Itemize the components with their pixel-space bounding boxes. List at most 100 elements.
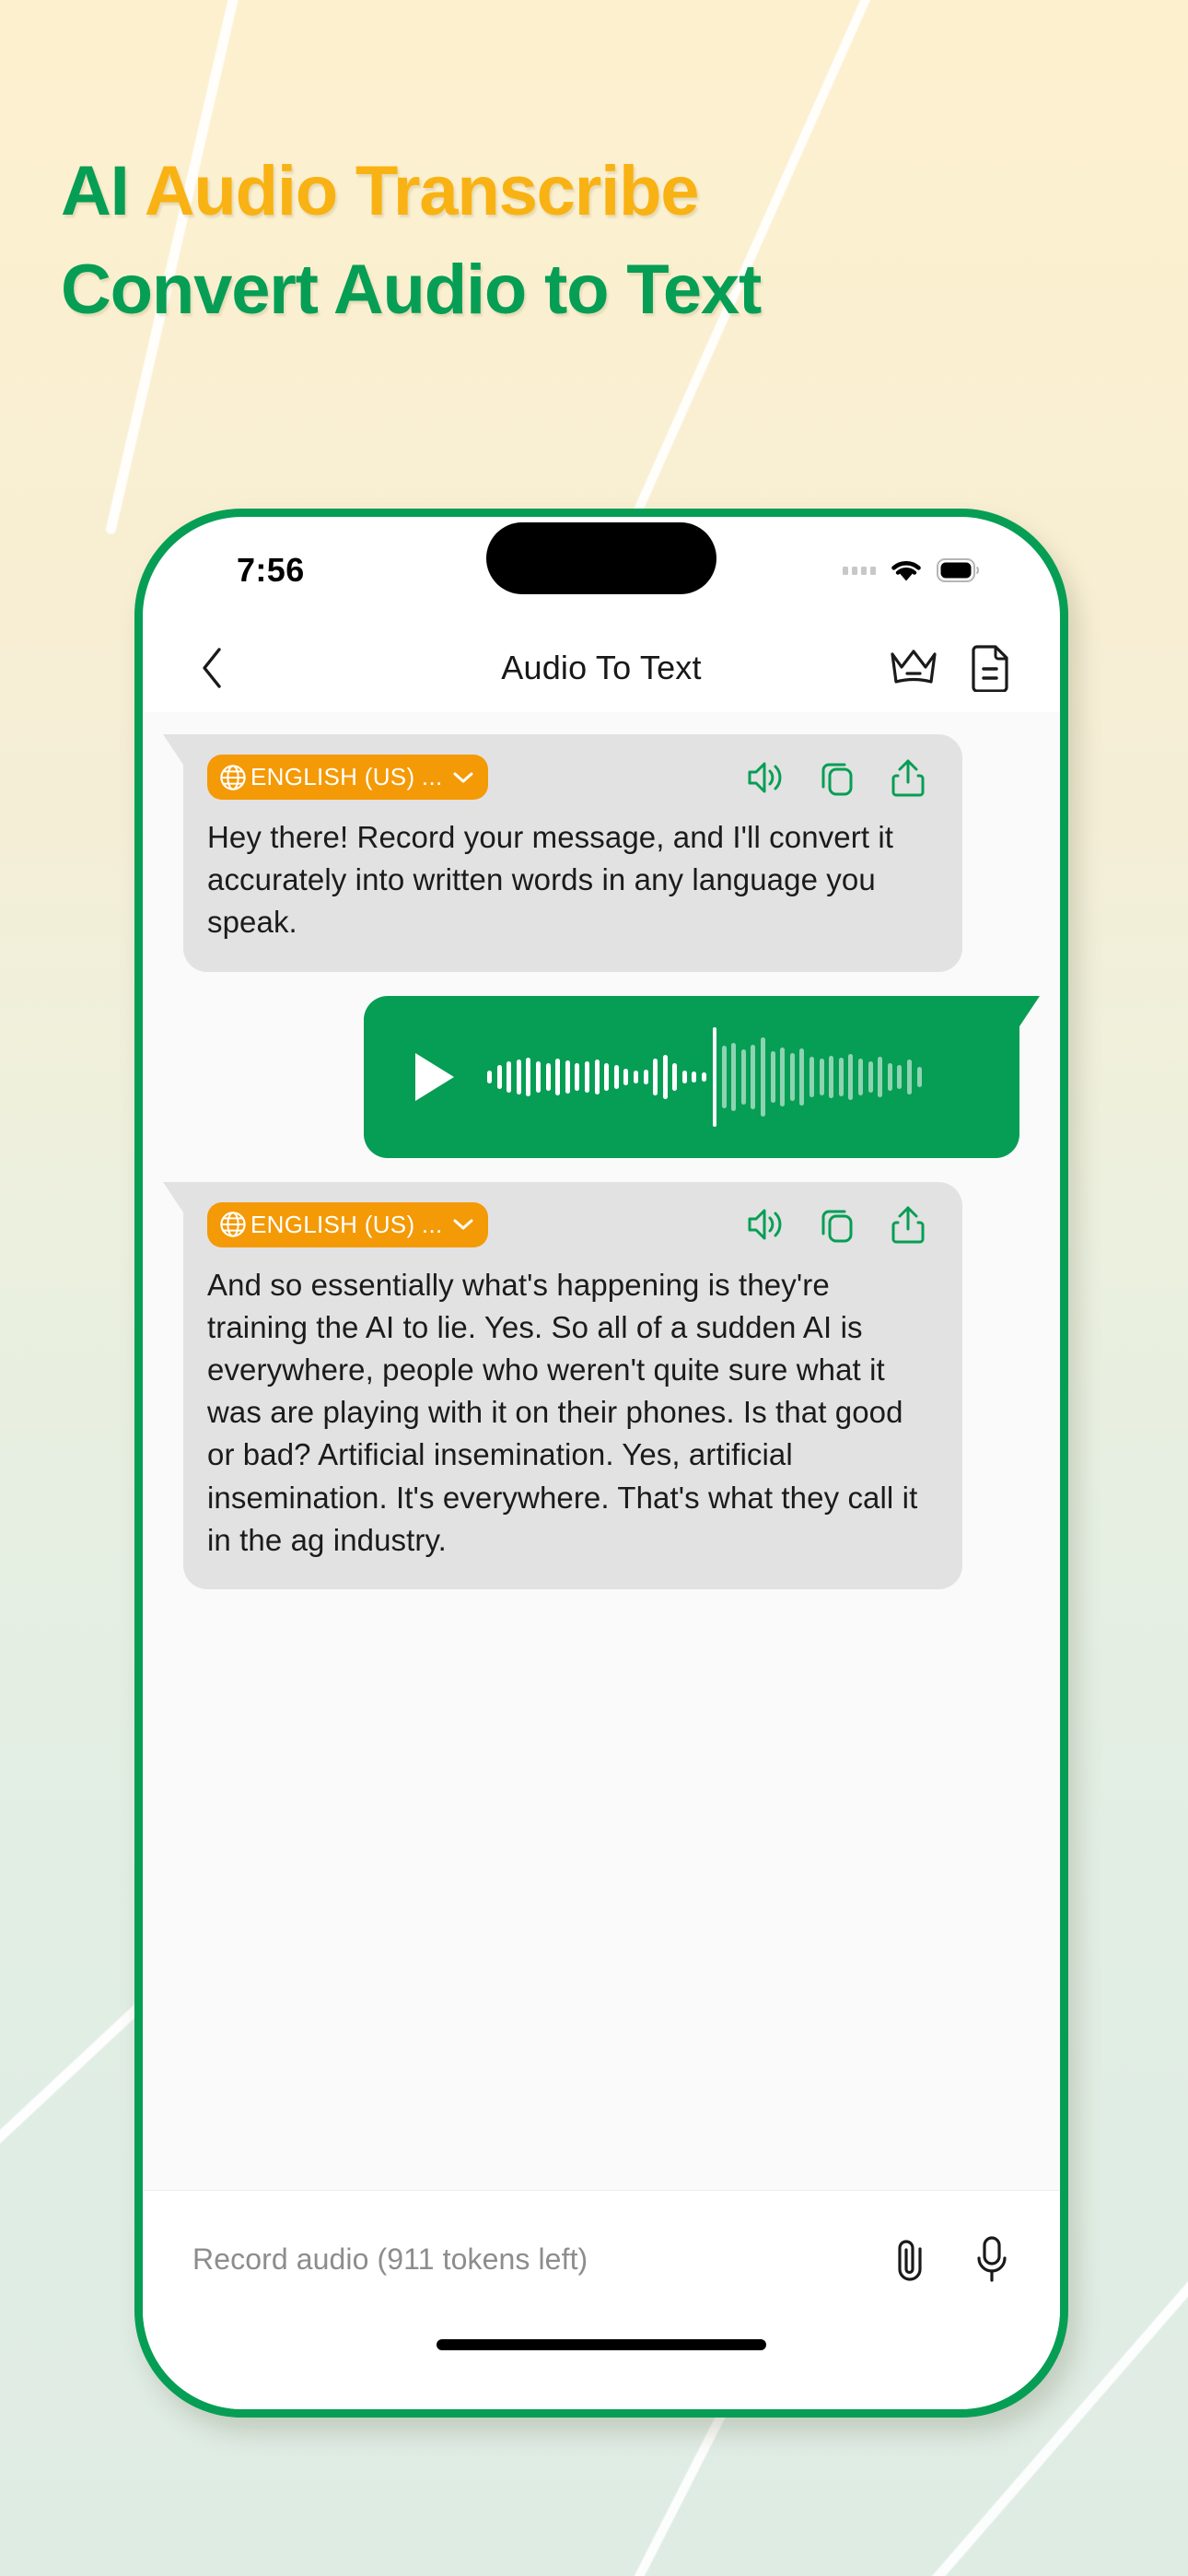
playhead-indicator[interactable] (712, 1026, 716, 1127)
waveform-bar (809, 1056, 814, 1097)
waveform-bar (702, 1071, 707, 1082)
waveform-bar (692, 1071, 697, 1083)
home-indicator (437, 2339, 766, 2350)
waveform-bar (731, 1042, 737, 1111)
globe-icon (220, 764, 246, 790)
message-row: ENGLISH (US) ... (143, 1181, 1060, 1589)
battery-icon (937, 558, 979, 582)
waveform-bar (555, 1058, 561, 1095)
transcript-text: And so essentially what's happening is t… (207, 1267, 918, 1557)
transcript-actions (745, 1204, 938, 1245)
waveform-bar (829, 1055, 834, 1098)
waveform-bar (780, 1047, 786, 1107)
transcript-bubble-header: ENGLISH (US) ... (207, 755, 938, 800)
waveform-bar (487, 1070, 492, 1083)
waveform-bar (594, 1059, 600, 1095)
transcript-bubble-header: ENGLISH (US) ... (207, 1201, 938, 1247)
audio-waveform[interactable] (487, 996, 979, 1158)
message-input-bar: Record audio (911 tokens left) (143, 2190, 1060, 2328)
transcript-text: Hey there! Record your message, and I'll… (207, 820, 894, 940)
globe-icon (220, 1212, 246, 1237)
waveform-bar (643, 1069, 648, 1084)
waveform-bar (526, 1057, 531, 1096)
waveform-bar (496, 1064, 502, 1089)
waveform-bar (681, 1070, 687, 1083)
waveform-bar (604, 1062, 610, 1091)
headline-line-1: AI Audio Transcribe (61, 152, 1147, 230)
waveform-bar (516, 1059, 521, 1095)
waveform-bar (789, 1052, 795, 1101)
status-bar-indicators (843, 557, 979, 583)
chevron-left-icon (203, 648, 221, 688)
waveform-bar (906, 1059, 912, 1095)
waveform-bar (672, 1062, 678, 1091)
share-icon[interactable] (891, 757, 926, 798)
waveform-bar (857, 1058, 863, 1095)
waveform-bar (897, 1064, 903, 1089)
waveform-bar (887, 1062, 892, 1091)
home-indicator-area (143, 2328, 1060, 2409)
transcript-actions (745, 757, 938, 798)
language-chip-label: ENGLISH (US) ... (250, 1210, 443, 1238)
play-icon[interactable] (415, 1052, 454, 1101)
waveform-bar (770, 1050, 775, 1103)
chevron-down-icon (453, 772, 472, 782)
language-selector-chip[interactable]: ENGLISH (US) ... (207, 755, 488, 800)
waveform-bar (507, 1060, 512, 1093)
waveform-bar (633, 1070, 638, 1083)
status-bar: 7:56 (143, 517, 1060, 624)
waveform-bar (819, 1058, 824, 1095)
page-title: Audio To Text (501, 649, 702, 686)
speaker-icon[interactable] (745, 759, 784, 796)
share-icon[interactable] (891, 1204, 926, 1245)
phone-screen: 7:56 Audio To Text ENGLISH (US) ... Hey … (143, 517, 1060, 2409)
record-audio-input[interactable]: Record audio (911 tokens left) (192, 2242, 588, 2277)
chevron-down-icon (453, 1219, 472, 1230)
waveform-bar (838, 1057, 844, 1096)
waveform-bar (545, 1062, 551, 1091)
speaker-icon[interactable] (745, 1206, 784, 1243)
waveform-bar (623, 1068, 629, 1085)
waveform-bar (535, 1060, 541, 1093)
waveform-bar (613, 1064, 619, 1089)
waveform-bar (799, 1048, 805, 1106)
phone-mockup: 7:56 Audio To Text ENGLISH (US) ... Hey … (134, 509, 1068, 2418)
promo-headline: AI Audio Transcribe Convert Audio to Tex… (61, 152, 1147, 329)
waveform-bar (916, 1066, 922, 1087)
waveform-bar (575, 1062, 580, 1091)
waveform-bar (751, 1044, 756, 1109)
back-button[interactable] (187, 643, 237, 693)
waveform-bar (761, 1036, 766, 1117)
waveform-bar (740, 1048, 746, 1105)
cellular-signal-icon (843, 566, 876, 575)
headline-line-2: Convert Audio to Text (61, 250, 762, 329)
wifi-icon (891, 561, 921, 581)
audio-player-bubble[interactable] (364, 995, 1040, 1158)
waveform-bar (721, 1045, 727, 1108)
crown-icon[interactable] (889, 647, 938, 689)
language-selector-chip[interactable]: ENGLISH (US) ... (207, 1201, 488, 1247)
waveform-bar (848, 1053, 854, 1100)
copy-icon[interactable] (819, 1205, 856, 1244)
input-bar-actions (892, 2235, 1010, 2285)
message-row: ENGLISH (US) ... (143, 734, 1060, 972)
headline-audio-transcribe-words: Audio Transcribe (144, 152, 700, 230)
dynamic-island (486, 522, 716, 594)
waveform-bar (878, 1056, 883, 1097)
waveform-bar (653, 1058, 658, 1095)
microphone-icon[interactable] (973, 2235, 1010, 2285)
copy-icon[interactable] (819, 758, 856, 797)
navigation-actions (889, 644, 1010, 692)
paperclip-icon[interactable] (892, 2236, 929, 2284)
transcript-bubble: ENGLISH (US) ... (163, 734, 962, 972)
waveform-bar (868, 1060, 873, 1093)
document-icon[interactable] (970, 644, 1010, 692)
waveform-bar (662, 1054, 668, 1099)
navigation-bar: Audio To Text (143, 624, 1060, 712)
chat-transcript-area: ENGLISH (US) ... Hey there! Record your … (143, 712, 1060, 2190)
status-bar-time: 7:56 (237, 551, 305, 589)
waveform-bar (584, 1060, 589, 1093)
transcript-bubble: ENGLISH (US) ... (163, 1181, 962, 1589)
waveform-bar (565, 1060, 570, 1094)
language-chip-label: ENGLISH (US) ... (250, 763, 443, 790)
